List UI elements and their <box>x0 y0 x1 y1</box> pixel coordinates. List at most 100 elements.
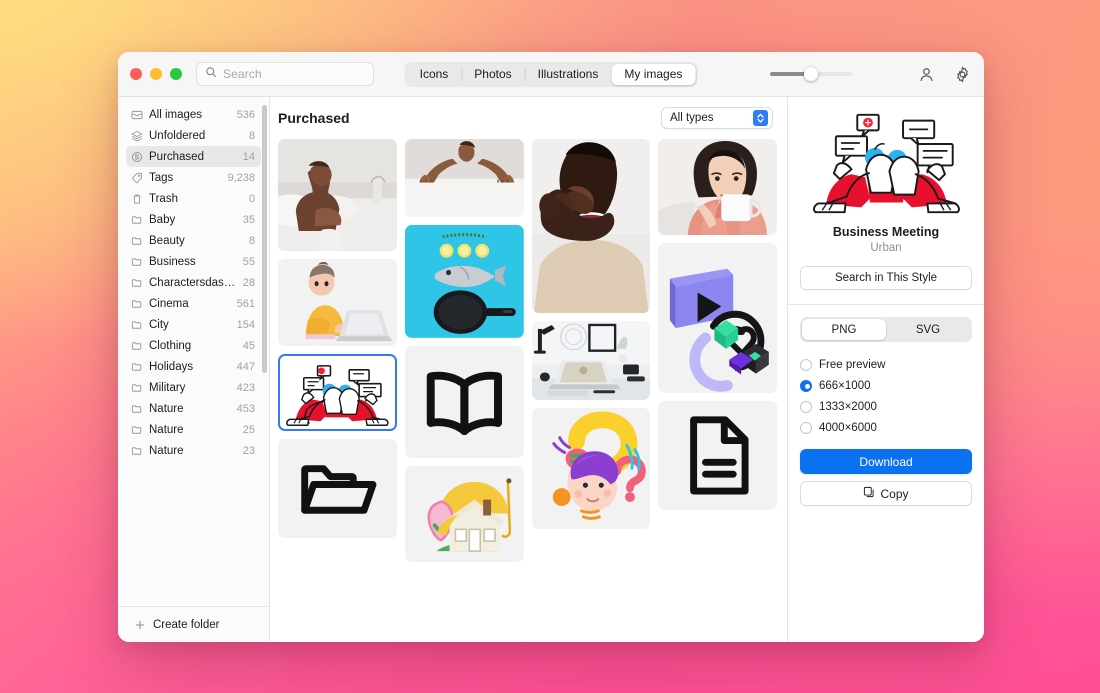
folder-icon <box>131 256 143 268</box>
sidebar-item-clothing[interactable]: Clothing 45 <box>126 335 261 356</box>
grid-tile-3d-question-head[interactable] <box>531 408 651 530</box>
sidebar-label: Cinema <box>149 297 189 310</box>
sidebar-item-holidays[interactable]: Holidays 447 <box>126 356 261 377</box>
sidebar-count: 423 <box>236 381 255 394</box>
sidebar-item-all-images[interactable]: All images 536 <box>126 104 261 125</box>
sidebar-item-beauty[interactable]: Beauty 8 <box>126 230 261 251</box>
traffic-lights <box>130 68 182 80</box>
download-button[interactable]: Download <box>800 449 972 474</box>
photo-fish-pan-blue <box>404 225 524 338</box>
sidebar-count: 55 <box>242 255 255 268</box>
sidebar-label: Tags <box>149 171 174 184</box>
sidebar: All images 536 Unfoldered 8 Purchased 14… <box>118 97 270 642</box>
folder-icon <box>131 403 143 415</box>
folder-icon <box>131 214 143 226</box>
search-input[interactable]: Search <box>196 62 374 86</box>
grid-tile-open-folder-icon[interactable] <box>278 439 397 539</box>
grid-tile-3d-media-play[interactable] <box>658 242 777 394</box>
photo-man-sitting-bed <box>278 139 397 251</box>
sidebar-item-cinema[interactable]: Cinema 561 <box>126 293 261 314</box>
grid-tile-photo-man-sitting-bed[interactable] <box>278 139 397 251</box>
tab-illustrations[interactable]: Illustrations <box>524 64 612 85</box>
grid-tile-woman-coffee-cup[interactable] <box>658 139 777 235</box>
copy-label: Copy <box>880 486 909 501</box>
plus-icon <box>134 619 146 631</box>
sidebar-item-nature-2[interactable]: Nature 25 <box>126 419 261 440</box>
sidebar-item-nature-1[interactable]: Nature 453 <box>126 398 261 419</box>
sidebar-scroll-area: All images 536 Unfoldered 8 Purchased 14… <box>118 97 269 606</box>
tab-my-images[interactable]: My images <box>611 63 696 85</box>
size-option-free-preview[interactable]: Free preview <box>800 354 972 375</box>
thumbnail-size-slider[interactable] <box>770 67 852 81</box>
slider-knob[interactable] <box>804 67 818 81</box>
grid-tile-document-icon[interactable] <box>658 401 777 511</box>
preview-illustration <box>800 107 972 219</box>
tab-icons[interactable]: Icons <box>407 64 462 85</box>
sidebar-label: Beauty <box>149 234 185 247</box>
view-tabs: Icons Photos Illustrations My images <box>404 61 698 87</box>
main-content: Purchased All types <box>270 97 788 642</box>
main-header: Purchased All types <box>270 97 787 139</box>
all-images-icon <box>131 109 143 121</box>
sidebar-item-nature-3[interactable]: Nature 23 <box>126 440 261 461</box>
grid-tile-3d-person-laptop[interactable] <box>278 258 397 346</box>
grid-tile-business-meeting[interactable] <box>278 353 397 432</box>
sidebar-count: 561 <box>236 297 255 310</box>
minimize-button[interactable] <box>150 68 162 80</box>
grid-tile-open-book-icon[interactable] <box>404 345 524 458</box>
copy-button[interactable]: Copy <box>800 481 972 506</box>
grid-tile-man-hand-on-face[interactable] <box>531 139 651 314</box>
radio-button <box>800 400 812 413</box>
grid-tile-fish-pan-blue[interactable] <box>404 225 524 338</box>
asset-subtitle: Urban <box>870 242 902 254</box>
format-svg[interactable]: SVG <box>886 319 970 340</box>
illus-business-meeting <box>278 353 397 432</box>
trash-icon <box>131 193 143 205</box>
sidebar-item-business[interactable]: Business 55 <box>126 251 261 272</box>
radio-button <box>800 421 812 434</box>
search-in-this-style-button[interactable]: Search in This Style <box>800 266 972 290</box>
sidebar-item-characters[interactable]: Charactersdasd… 28 <box>126 272 261 293</box>
size-option-4000x6000[interactable]: 4000×6000 <box>800 417 972 438</box>
image-grid <box>270 139 787 642</box>
size-label: 1333×2000 <box>819 400 877 413</box>
create-folder-button[interactable]: Create folder <box>118 606 269 642</box>
folder-icon <box>131 424 143 436</box>
illus-3d-question-head <box>531 408 651 530</box>
sidebar-item-city[interactable]: City 154 <box>126 314 261 335</box>
sidebar-label: Holidays <box>149 360 194 373</box>
sidebar-item-baby[interactable]: Baby 35 <box>126 209 261 230</box>
folder-icon <box>131 361 143 373</box>
size-option-666x1000[interactable]: 666×1000 <box>800 375 972 396</box>
person-icon[interactable] <box>916 64 936 84</box>
sidebar-item-military[interactable]: Military 423 <box>126 377 261 398</box>
copy-icon <box>863 486 875 501</box>
folder-icon <box>131 277 143 289</box>
sidebar-label: Unfoldered <box>149 129 206 142</box>
size-options: Free preview 666×1000 1333×2000 4000×600… <box>800 354 972 438</box>
icon-open-book <box>404 345 524 458</box>
folder-icon <box>131 235 143 247</box>
close-button[interactable] <box>130 68 142 80</box>
format-png[interactable]: PNG <box>802 319 886 340</box>
type-filter-dropdown[interactable]: All types <box>661 107 773 129</box>
sidebar-scrollbar[interactable] <box>262 105 267 373</box>
sidebar-count: 35 <box>242 213 255 226</box>
grid-tile-arms-over-wall[interactable] <box>404 139 524 218</box>
sidebar-label: All images <box>149 108 203 121</box>
size-option-1333x2000[interactable]: 1333×2000 <box>800 396 972 417</box>
sidebar-item-unfoldered[interactable]: Unfoldered 8 <box>126 125 261 146</box>
window-body: All images 536 Unfoldered 8 Purchased 14… <box>118 97 984 642</box>
photo-woman-coffee-cup <box>658 139 777 235</box>
gear-icon[interactable] <box>952 64 972 84</box>
grid-tile-desk-workspace[interactable] <box>531 321 651 401</box>
search-placeholder: Search <box>223 67 262 81</box>
zoom-button[interactable] <box>170 68 182 80</box>
sidebar-item-purchased[interactable]: Purchased 14 <box>126 146 261 167</box>
tab-photos[interactable]: Photos <box>461 64 524 85</box>
sidebar-item-trash[interactable]: Trash 0 <box>126 188 261 209</box>
sidebar-label: Military <box>149 381 186 394</box>
sidebar-item-tags[interactable]: Tags 9,238 <box>126 167 261 188</box>
grid-tile-house-umbrella[interactable] <box>404 465 524 562</box>
format-toggle: PNG SVG <box>800 317 972 342</box>
